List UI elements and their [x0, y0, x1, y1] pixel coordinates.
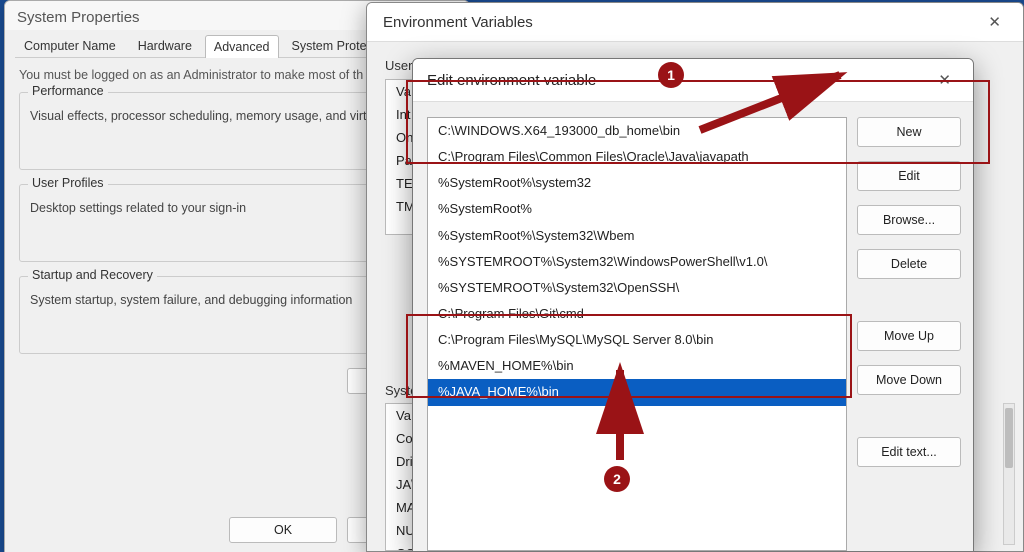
group-label: Performance	[28, 84, 108, 98]
move-up-button[interactable]: Move Up	[857, 321, 961, 351]
path-entry[interactable]: %SystemRoot%	[428, 196, 846, 222]
dialog-title: Edit environment variable	[427, 72, 596, 89]
path-entry[interactable]: C:\WINDOWS.X64_193000_db_home\bin	[428, 118, 846, 144]
edit-button[interactable]: Edit	[857, 161, 961, 191]
path-entry[interactable]: C:\Program Files\Common Files\Oracle\Jav…	[428, 144, 846, 170]
titlebar: Environment Variables ✕	[367, 3, 1023, 42]
edit-text-button[interactable]: Edit text...	[857, 437, 961, 467]
tab-hardware[interactable]: Hardware	[129, 34, 201, 57]
move-down-button[interactable]: Move Down	[857, 365, 961, 395]
new-button[interactable]: New	[857, 117, 961, 147]
path-entry[interactable]: %MAVEN_HOME%\bin	[428, 353, 846, 379]
annotation-badge-1: 1	[658, 62, 684, 88]
path-entry[interactable]: %SystemRoot%\System32\Wbem	[428, 223, 846, 249]
path-entry[interactable]: %SystemRoot%\system32	[428, 170, 846, 196]
titlebar: Edit environment variable ✕	[413, 59, 973, 102]
close-icon[interactable]: ✕	[930, 69, 959, 91]
scrollbar[interactable]	[1003, 403, 1015, 545]
path-entry[interactable]: %JAVA_HOME%\bin	[428, 379, 846, 405]
path-entry[interactable]: C:\Program Files\MySQL\MySQL Server 8.0\…	[428, 327, 846, 353]
group-label: Startup and Recovery	[28, 268, 157, 282]
path-entry[interactable]: %SYSTEMROOT%\System32\WindowsPowerShell\…	[428, 249, 846, 275]
path-list[interactable]: C:\WINDOWS.X64_193000_db_home\binC:\Prog…	[427, 117, 847, 551]
annotation-badge-2: 2	[604, 466, 630, 492]
group-label: User Profiles	[28, 176, 108, 190]
path-entry[interactable]: %SYSTEMROOT%\System32\OpenSSH\	[428, 275, 846, 301]
delete-button[interactable]: Delete	[857, 249, 961, 279]
close-icon[interactable]: ✕	[980, 11, 1009, 33]
ok-button[interactable]: OK	[229, 517, 337, 543]
tab-advanced[interactable]: Advanced	[205, 35, 279, 58]
user-vars-label: User	[385, 58, 412, 73]
path-entry[interactable]: C:\Program Files\Git\cmd	[428, 301, 846, 327]
edit-environment-variable-dialog: Edit environment variable ✕ C:\WINDOWS.X…	[412, 58, 974, 552]
browse-button[interactable]: Browse...	[857, 205, 961, 235]
window-title: Environment Variables	[383, 14, 533, 31]
tab-computer-name[interactable]: Computer Name	[15, 34, 125, 57]
